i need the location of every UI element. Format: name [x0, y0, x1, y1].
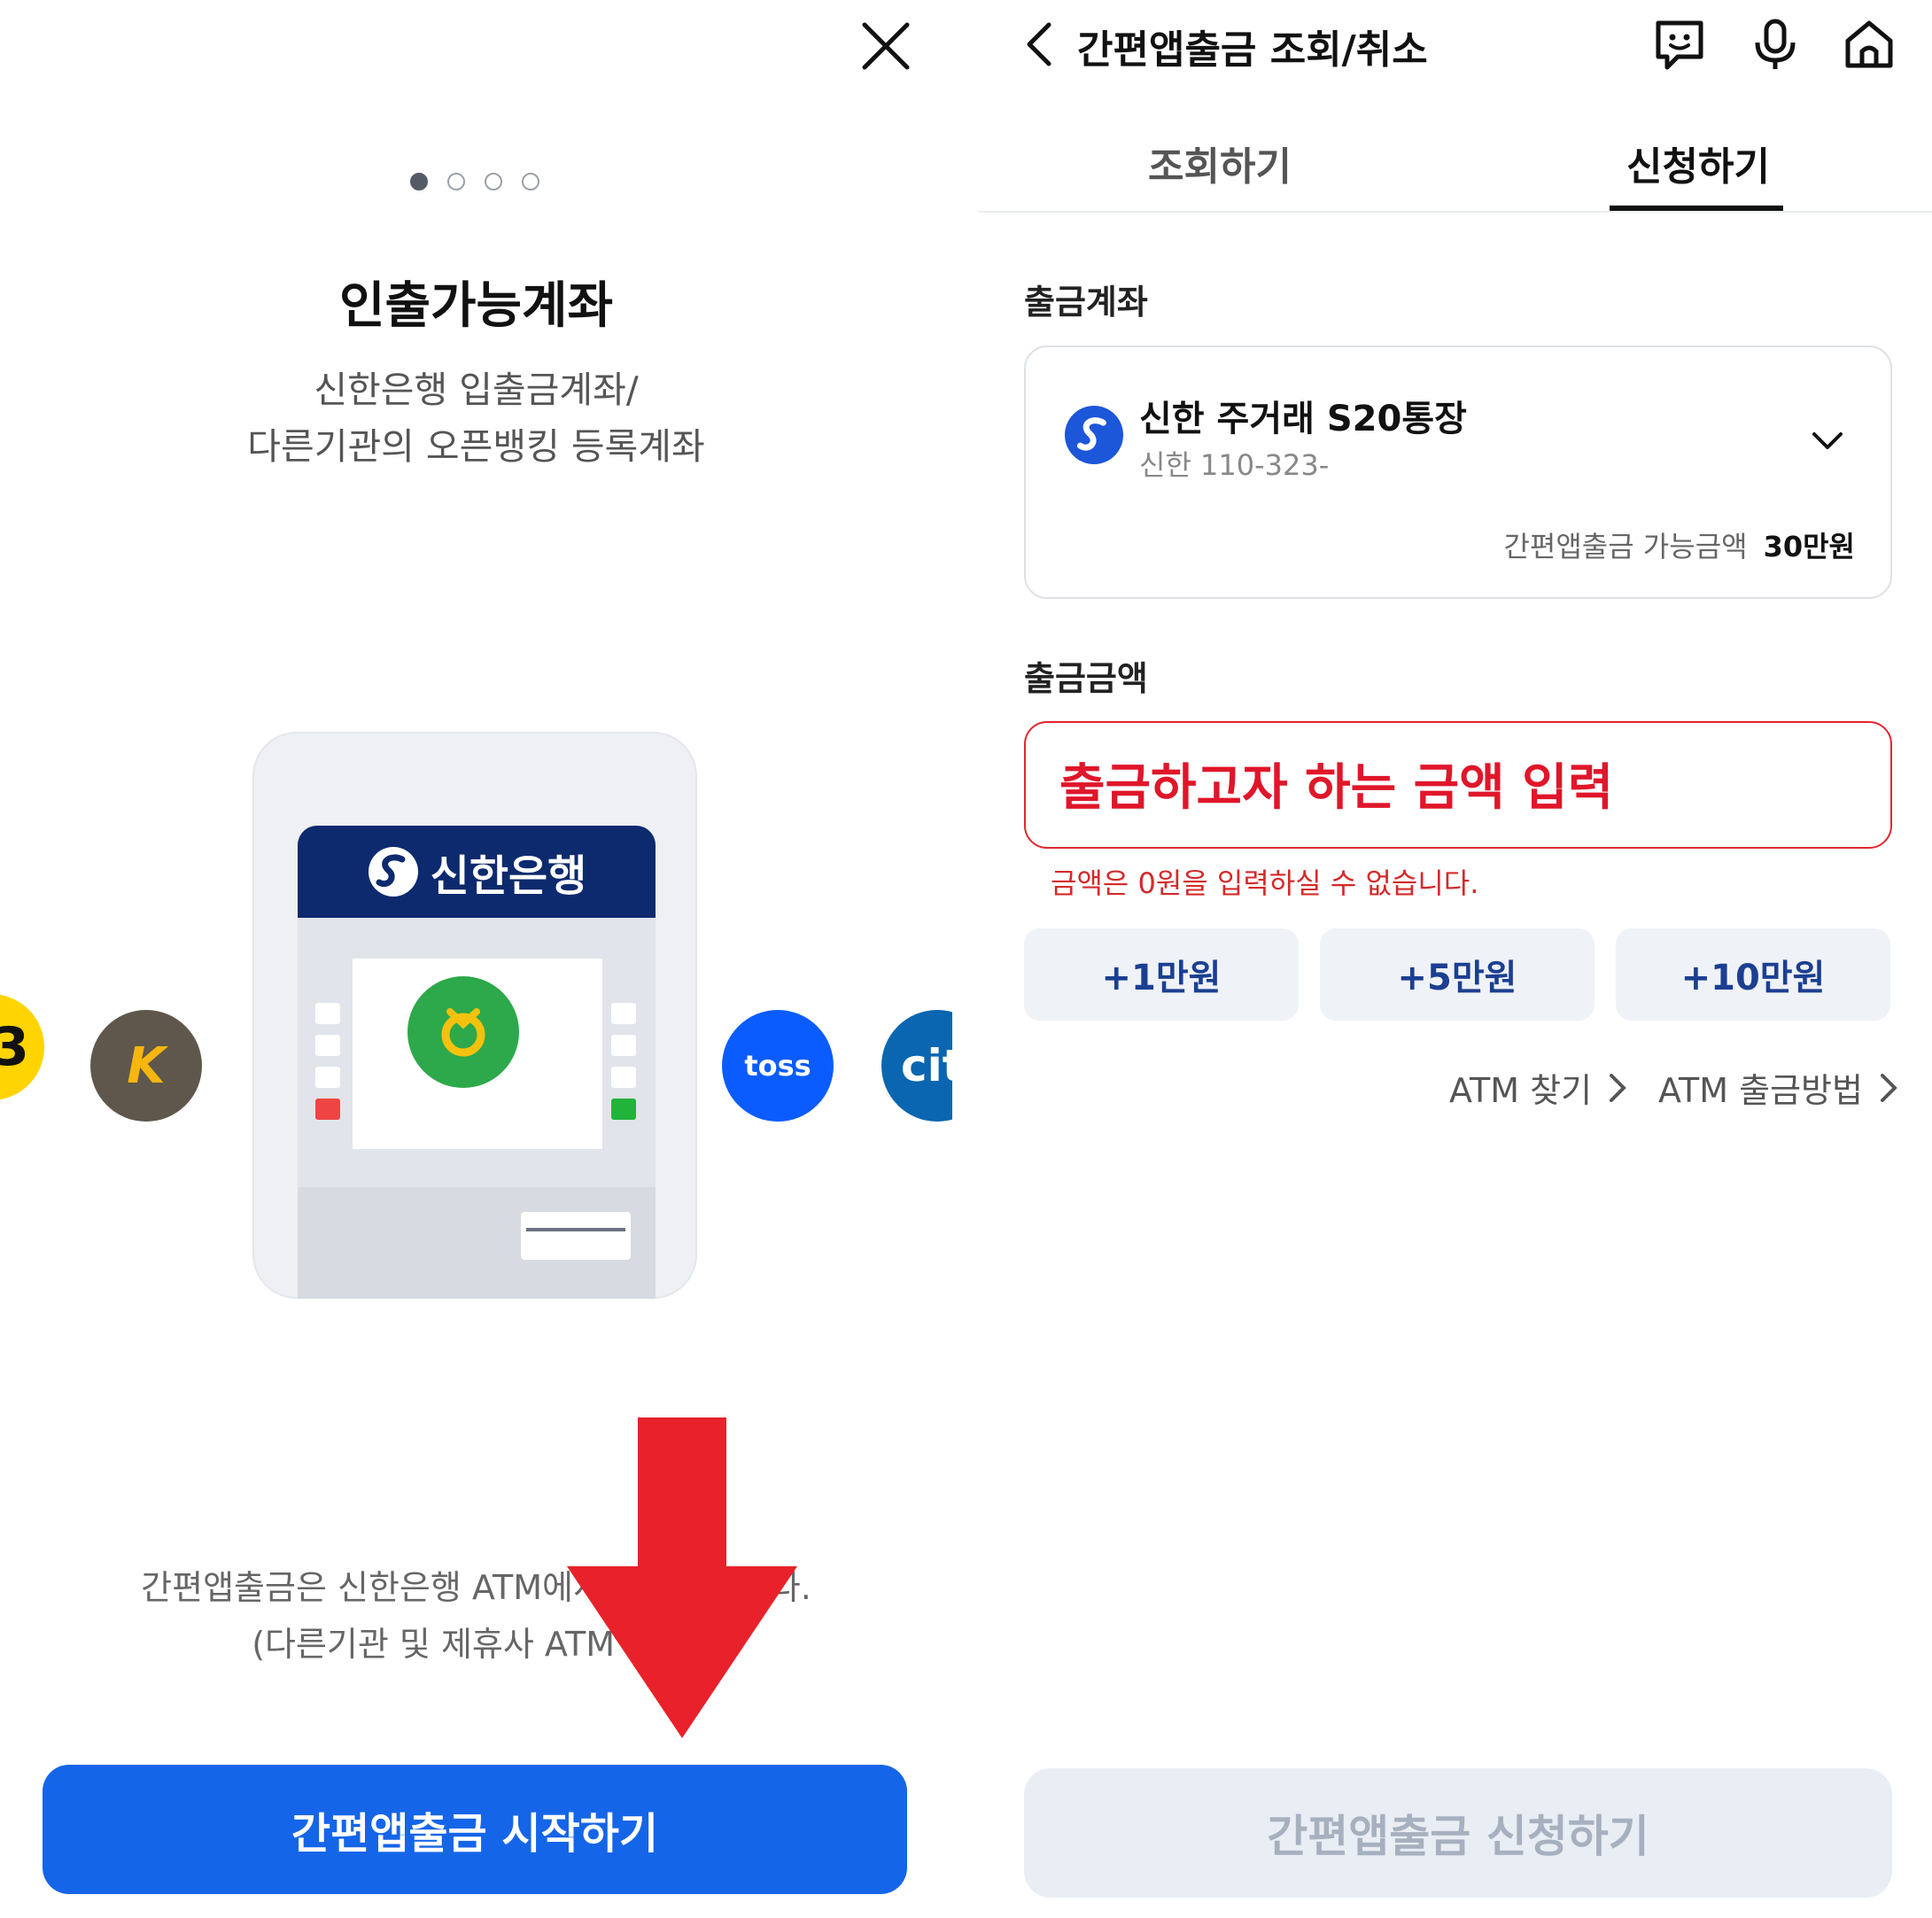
atm-key-red [315, 1099, 340, 1120]
atm-header: 신한은행 [298, 826, 656, 918]
active-tab-indicator [1610, 206, 1783, 211]
shinhan-logo-icon [368, 847, 418, 897]
account-number: 신한 110-323- [1139, 448, 1330, 482]
kb-logo-text: K [127, 1037, 166, 1095]
page-dot-2[interactable] [447, 173, 465, 190]
intro-panel: 인출가능계좌 신한은행 입출금계좌/ 다른기관의 오픈뱅킹 등록계좌 3 K t… [0, 0, 952, 1918]
atm-card-slot [521, 1212, 631, 1260]
quick-add-100k-button[interactable]: +10만원 [1616, 928, 1890, 1021]
kb-bank-logo: K [90, 1010, 202, 1122]
chatbot-icon[interactable] [1651, 16, 1708, 73]
slide-title: 인출가능계좌 [338, 277, 614, 335]
notice-text: 간편앱출금은 신한은행 ATM에서만 가능합니다. (다른기관 및 제휴사 AT… [0, 1559, 952, 1673]
find-atm-link[interactable]: ATM 찾기 [1449, 1063, 1627, 1112]
available-amount-value: 30만원 [1763, 530, 1855, 563]
chevron-right-icon [1610, 1073, 1626, 1102]
find-atm-label: ATM 찾기 [1449, 1071, 1593, 1110]
available-amount-label: 간편앱출금 가능금액 [1503, 530, 1748, 563]
arrow-down-icon [567, 1417, 797, 1738]
account-name: 신한 주거래 S20통장 [1139, 399, 1467, 439]
back-icon[interactable] [1020, 19, 1059, 69]
page-dot-1[interactable] [410, 173, 428, 190]
citi-bank-logo: cit [881, 1010, 952, 1122]
close-icon[interactable] [857, 18, 914, 74]
bank-emblem-icon [407, 976, 519, 1088]
amount-input-annotation: 출금하고자 하는 금액 입력 [1059, 759, 1614, 817]
page-dot-3[interactable] [485, 173, 502, 190]
tab-inquiry[interactable]: 조회하기 [1148, 135, 1292, 191]
microphone-icon[interactable] [1747, 16, 1804, 73]
chevron-down-icon[interactable] [1807, 420, 1848, 461]
account-section-label: 출금계좌 [1024, 283, 1148, 322]
atm-key [315, 1067, 340, 1088]
page-dot-4[interactable] [522, 173, 539, 190]
start-app-withdrawal-button[interactable]: 간편앱출금 시작하기 [43, 1765, 907, 1894]
notice-line-2: (다른기관 및 제휴사 ATM 불가) [252, 1625, 701, 1664]
atm-key [315, 1003, 340, 1024]
chevron-right-icon [1880, 1073, 1897, 1102]
tab-apply[interactable]: 신청하기 [1626, 135, 1770, 191]
account-selector[interactable]: 신한 주거래 S20통장 신한 110-323- 간편앱출금 가능금액 30만원 [1024, 346, 1892, 599]
page-title: 간편앱출금 조회/취소 [1077, 27, 1428, 73]
atm-brand-name: 신한은행 [430, 851, 587, 901]
quick-add-50k-button[interactable]: +5만원 [1320, 928, 1594, 1021]
available-amount: 간편앱출금 가능금액 30만원 [1503, 524, 1855, 565]
amount-input[interactable]: 출금하고자 하는 금액 입력 [1024, 721, 1892, 849]
yellow-bank-logo: 3 [0, 994, 44, 1100]
home-icon[interactable] [1841, 16, 1897, 73]
quick-add-10k-button[interactable]: +1만원 [1024, 928, 1299, 1021]
amount-section-label: 출금금액 [1024, 659, 1148, 698]
slide-description: 신한은행 입출금계좌/ 다른기관의 오픈뱅킹 등록계좌 [0, 361, 952, 475]
header: 간편앱출금 조회/취소 [978, 0, 1932, 89]
atm-key [611, 1003, 636, 1024]
notice-line-1: 간편앱출금은 신한은행 ATM에서만 가능합니다. [141, 1568, 811, 1607]
atm-key [611, 1067, 636, 1088]
slide-desc-line-2: 다른기관의 오픈뱅킹 등록계좌 [247, 425, 705, 468]
page-indicator [410, 173, 539, 190]
toss-logo: toss [722, 1010, 834, 1122]
amount-error-message: 금액은 0원을 입력하실 수 없습니다. [1051, 866, 1479, 900]
withdrawal-request-panel: 간편앱출금 조회/취소 조회하기 신청하기 출금계좌 신한 주거래 S20통장 [978, 0, 1932, 1918]
atm-key [611, 1035, 636, 1056]
tab-bar: 조회하기 신청하기 [978, 124, 1932, 213]
shinhan-logo-icon [1065, 406, 1123, 464]
atm-right-keys [611, 1003, 636, 1130]
atm-withdrawal-method-link[interactable]: ATM 출금방법 [1658, 1063, 1898, 1112]
atm-key-green [611, 1099, 636, 1120]
atm-key [315, 1035, 340, 1056]
toss-logo-text: toss [744, 1049, 811, 1083]
atm-method-label: ATM 출금방법 [1658, 1071, 1863, 1110]
apply-withdrawal-button[interactable]: 간편앱출금 신청하기 [1024, 1768, 1892, 1898]
slide-desc-line-1: 신한은행 입출금계좌/ [314, 369, 639, 411]
citi-logo-text: cit [901, 1040, 952, 1091]
atm-left-keys [315, 1003, 340, 1130]
